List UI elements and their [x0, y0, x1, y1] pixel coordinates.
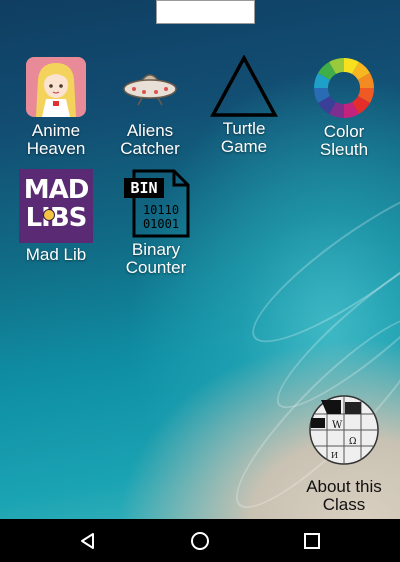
triangle-icon	[210, 54, 278, 117]
color-wheel-icon	[313, 57, 375, 119]
mad-libs-icon: MAD LIBS	[19, 169, 93, 243]
bin-row2: 01001	[142, 217, 180, 231]
wikipedia-globe-icon: W Ω И	[305, 392, 383, 468]
mad-libs-logo-line2: LIBS	[25, 203, 88, 233]
app-aliens-catcher[interactable]: Aliens Catcher	[110, 57, 190, 158]
bin-tag: BIN	[130, 179, 158, 197]
app-binary-counter[interactable]: BIN 10110 01001 Binary Counter	[114, 168, 198, 277]
app-label-line1: Anime	[31, 121, 81, 140]
home-icon[interactable]	[186, 527, 214, 555]
home-screen: AnimeHeaven AliensCatcher TurtleGame	[0, 0, 400, 519]
bin-row1: 10110	[142, 203, 180, 217]
app-color-sleuth[interactable]: Color Sleuth	[304, 57, 384, 159]
app-anime-heaven[interactable]: Anime Heaven	[16, 57, 96, 158]
app-about-this-class[interactable]: W Ω И About this Class	[294, 392, 394, 514]
mad-libs-logo-line1: MAD	[23, 175, 90, 205]
app-label-line1: About this	[306, 477, 382, 496]
status-box	[156, 0, 255, 24]
svg-text:Ω: Ω	[349, 437, 356, 447]
app-label-line1: Mad Lib	[25, 245, 87, 264]
app-label-line2: Counter	[125, 258, 187, 277]
app-label-line2: Class	[322, 495, 366, 514]
app-mad-lib[interactable]: MAD LIBS Mad Lib	[16, 169, 96, 264]
app-label-line2: Sleuth	[319, 140, 369, 159]
svg-text:И: И	[331, 451, 338, 460]
bin-file-icon: BIN 10110 01001	[122, 168, 190, 238]
app-label-line1: Aliens	[126, 121, 174, 140]
app-turtle-game[interactable]: Turtle Game	[204, 54, 284, 156]
navigation-bar	[0, 519, 400, 562]
recents-icon[interactable]	[298, 527, 326, 555]
app-label-line1: Turtle	[222, 119, 266, 138]
ufo-icon	[120, 57, 180, 117]
svg-text:W: W	[332, 420, 343, 431]
anime-girl-icon	[26, 57, 86, 117]
app-label-line2: Catcher	[120, 139, 180, 158]
app-label-line2: Heaven	[26, 139, 86, 158]
back-icon[interactable]	[74, 527, 102, 555]
app-label-line1: Color	[323, 122, 365, 141]
mad-libs-face-icon	[43, 209, 55, 221]
app-label-line1: Binary	[131, 240, 181, 259]
app-label-line2: Game	[220, 137, 268, 156]
